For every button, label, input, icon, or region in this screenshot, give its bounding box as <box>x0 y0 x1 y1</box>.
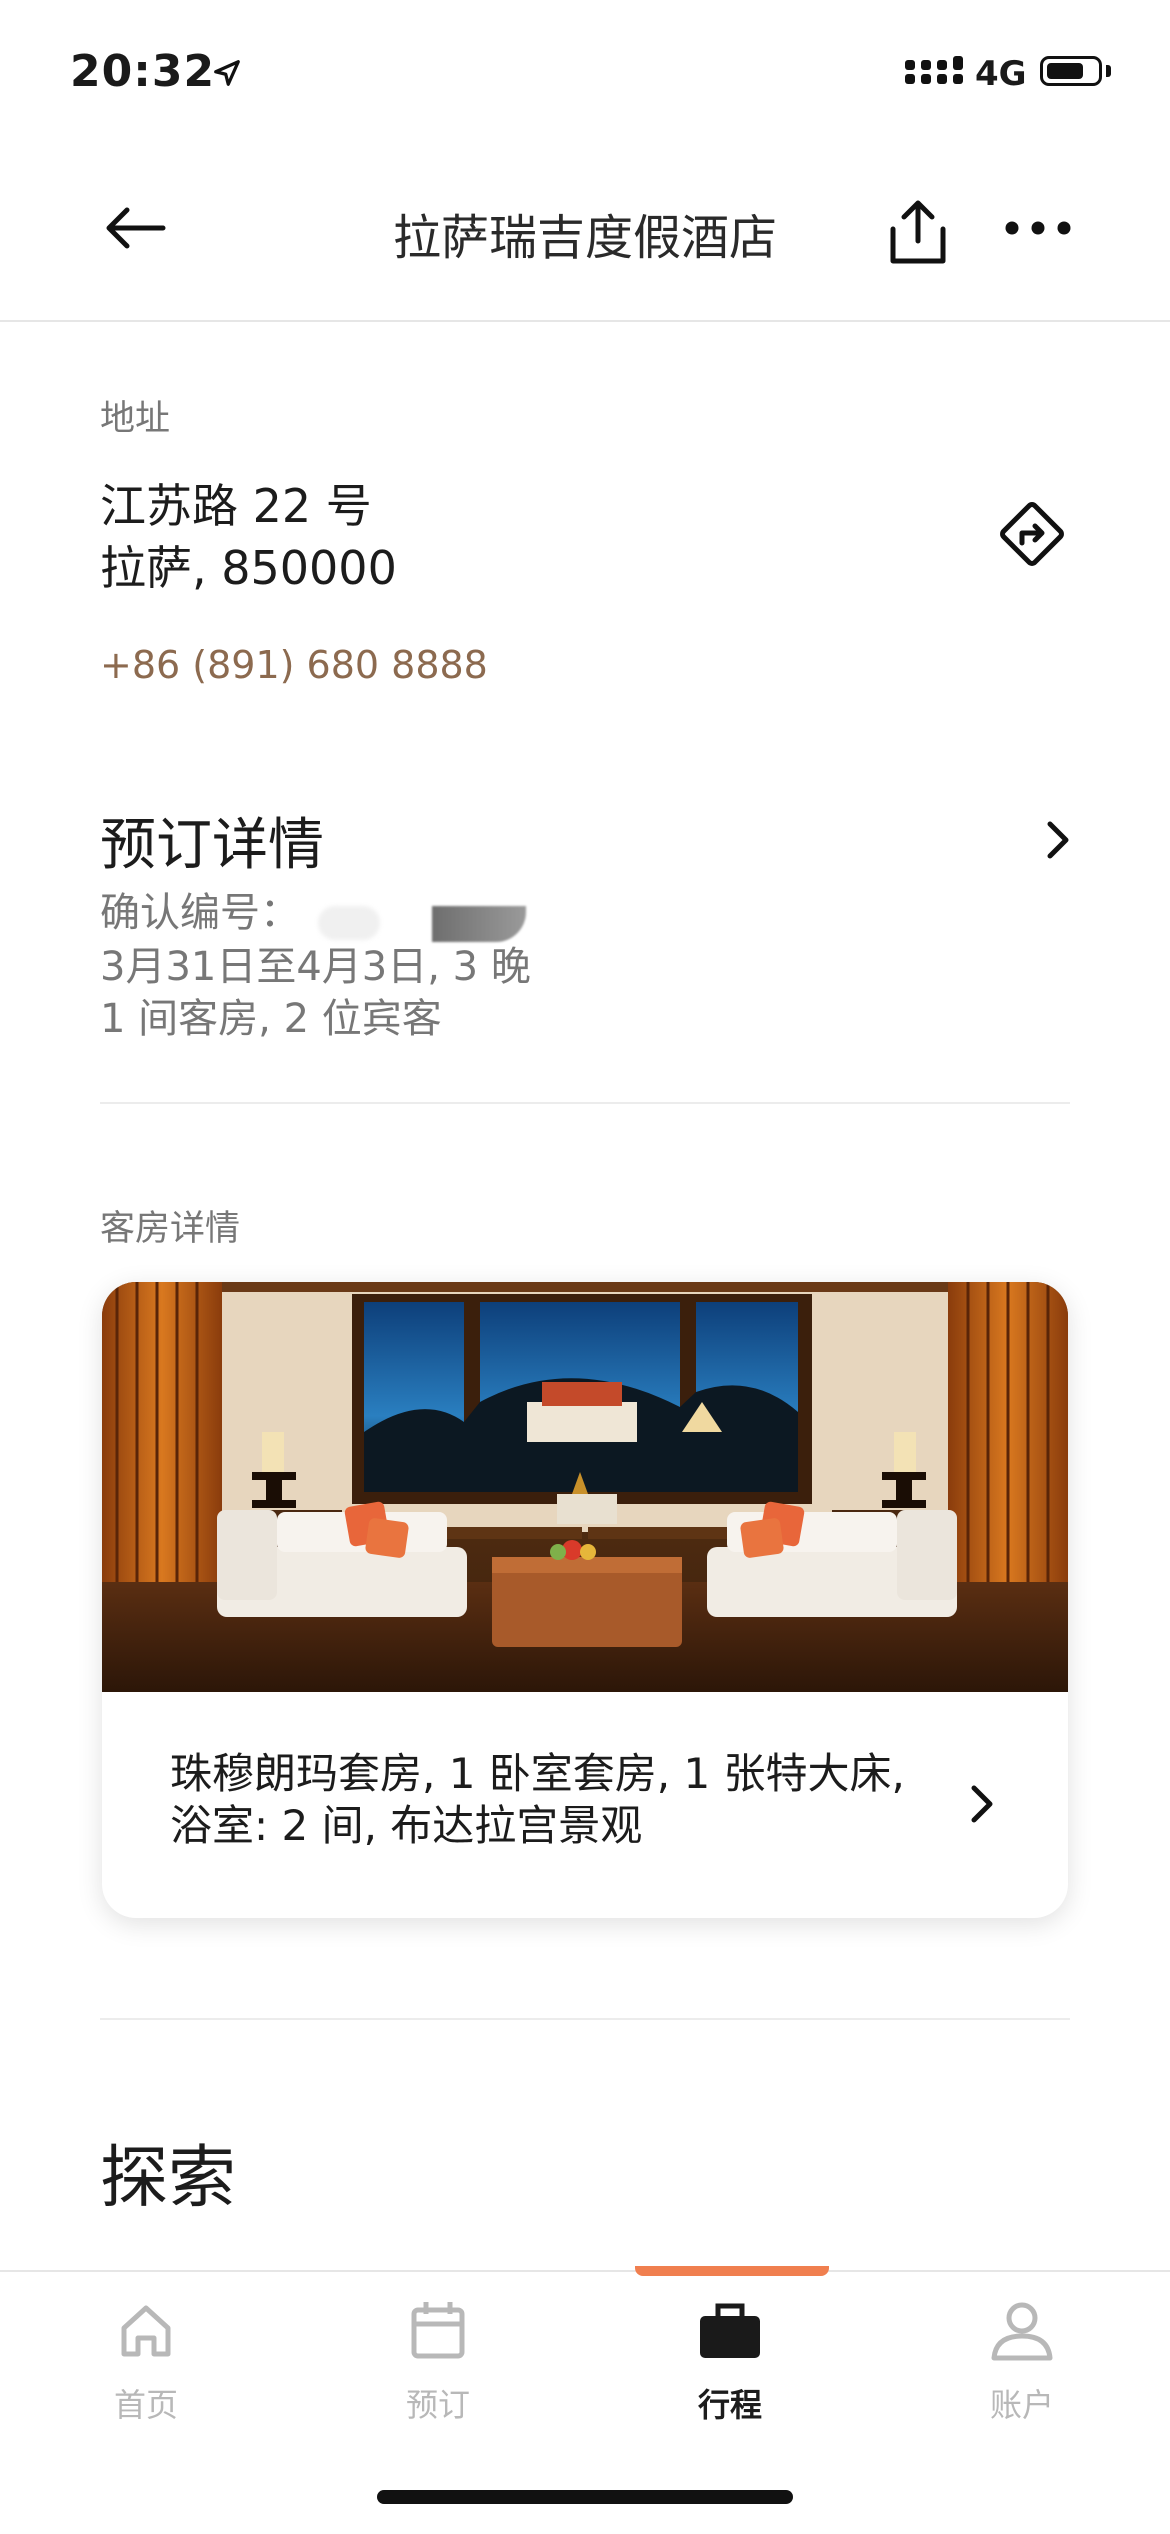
tab-home-label: 首页 <box>113 2386 178 2424</box>
booking-dates: 3月31日至4月3日, 3 晚 <box>100 944 531 990</box>
room-details-label: 客房详情 <box>100 1209 241 1249</box>
home-indicator <box>377 2490 793 2504</box>
chevron-right-icon <box>971 1785 993 1823</box>
header-divider <box>0 320 1170 322</box>
booking-details-chevron[interactable] <box>1036 812 1080 868</box>
home-icon <box>121 2305 171 2357</box>
battery-cap <box>1106 65 1111 77</box>
cellular-signal-icon <box>905 56 963 90</box>
network-type: 4G <box>975 54 1027 94</box>
page-title: 拉萨瑞吉度假酒店 <box>392 210 777 266</box>
section-divider-2 <box>100 2018 1070 2020</box>
tab-bookings[interactable]: 预订 <box>338 2298 538 2426</box>
section-divider <box>100 1102 1070 1104</box>
chevron-right-icon <box>1047 821 1069 859</box>
more-button[interactable] <box>998 206 1078 250</box>
address-label: 地址 <box>100 399 171 439</box>
share-icon <box>890 200 946 264</box>
address-line-2: 拉萨, 850000 <box>100 541 397 595</box>
location-arrow-icon <box>214 60 240 86</box>
tab-account-label: 账户 <box>989 2386 1054 2424</box>
active-tab-indicator <box>635 2266 829 2276</box>
directions-icon <box>1000 502 1064 566</box>
battery-icon <box>1040 56 1102 86</box>
tab-account[interactable]: 账户 <box>922 2298 1122 2426</box>
more-horizontal-icon <box>1005 221 1071 235</box>
room-description: 珠穆朗玛套房, 1 卧室套房, 1 张特大床, 浴室: 2 间, 布达拉宫景观 <box>170 1749 905 1850</box>
status-time: 20:32 <box>70 46 216 97</box>
tab-trips-label: 行程 <box>697 2386 762 2424</box>
briefcase-icon <box>700 2303 760 2358</box>
booking-guests: 1 间客房, 2 位宾客 <box>100 996 442 1042</box>
phone-link[interactable]: +86 (891) 680 8888 <box>100 643 488 687</box>
explore-title: 探索 <box>100 2139 237 2218</box>
confirmation-number-label: 确认编号： <box>100 890 300 936</box>
share-button[interactable] <box>878 192 958 272</box>
room-photo <box>102 1282 1068 1692</box>
user-icon <box>991 2302 1053 2361</box>
booking-details-title[interactable]: 预订详情 <box>100 800 324 881</box>
tab-home[interactable]: 首页 <box>46 2298 246 2426</box>
room-card[interactable]: 珠穆朗玛套房, 1 卧室套房, 1 张特大床, 浴室: 2 间, 布达拉宫景观 <box>102 1282 1068 1918</box>
calendar-icon <box>411 2302 465 2359</box>
tab-trips[interactable]: 行程 <box>630 2298 830 2426</box>
address-line-1: 江苏路 22 号 <box>100 479 372 533</box>
tab-bookings-label: 预订 <box>405 2386 470 2424</box>
directions-button[interactable] <box>990 492 1074 576</box>
room-details-chevron[interactable] <box>962 1776 1002 1832</box>
